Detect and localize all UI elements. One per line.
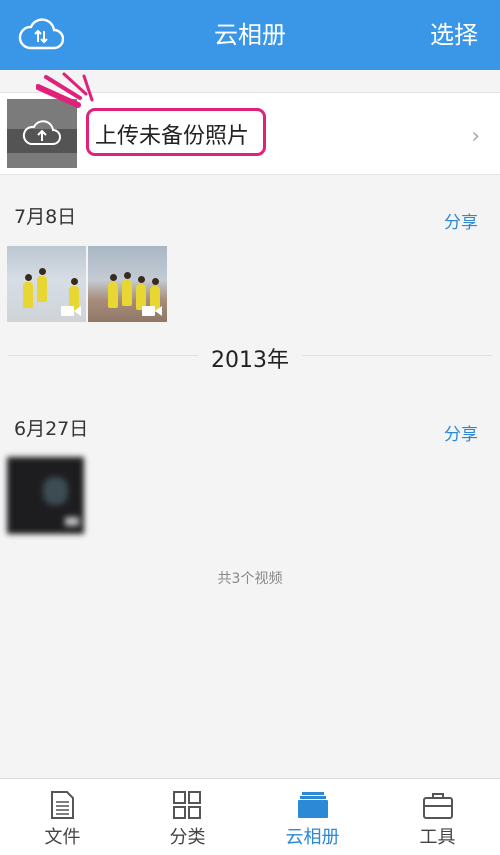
year-divider-label: 2013年 xyxy=(211,348,289,373)
album-icon xyxy=(298,792,328,818)
grid-icon xyxy=(173,791,201,819)
video-camera-icon xyxy=(61,306,81,316)
chevron-right-icon: › xyxy=(471,124,480,149)
tab-label: 工具 xyxy=(419,827,456,848)
video-thumbnail[interactable] xyxy=(7,246,86,322)
upload-label: 上传未备份照片 xyxy=(95,124,250,149)
page-title: 云相册 xyxy=(214,21,286,49)
bottom-tab-bar: 文件 分类 云相册 工具 xyxy=(0,778,500,855)
date-label: 7月8日 xyxy=(14,206,77,228)
video-thumbnail[interactable] xyxy=(88,246,167,322)
video-count-summary: 共3个视频 xyxy=(217,571,283,587)
select-button[interactable]: 选择 xyxy=(430,19,478,51)
document-icon xyxy=(51,791,74,819)
tab-tools[interactable]: 工具 xyxy=(375,779,500,855)
video-thumbnail[interactable] xyxy=(7,457,84,534)
tab-label: 分类 xyxy=(169,827,206,848)
tab-files[interactable]: 文件 xyxy=(0,779,125,855)
highlight-spark-icon xyxy=(36,72,94,108)
video-camera-icon xyxy=(142,306,162,316)
tab-label: 云相册 xyxy=(285,827,340,848)
date-label: 6月27日 xyxy=(14,418,89,440)
top-bar: 云相册 选择 xyxy=(0,0,500,70)
share-button[interactable]: 分享 xyxy=(444,208,478,233)
tab-categories[interactable]: 分类 xyxy=(125,779,250,855)
share-button[interactable]: 分享 xyxy=(444,420,478,445)
upload-label-highlight[interactable]: 上传未备份照片 xyxy=(86,108,266,156)
upload-cloud-icon xyxy=(22,120,61,145)
toolbox-icon xyxy=(423,793,453,819)
tab-cloud-album[interactable]: 云相册 xyxy=(250,779,375,855)
tab-label: 文件 xyxy=(44,827,81,848)
